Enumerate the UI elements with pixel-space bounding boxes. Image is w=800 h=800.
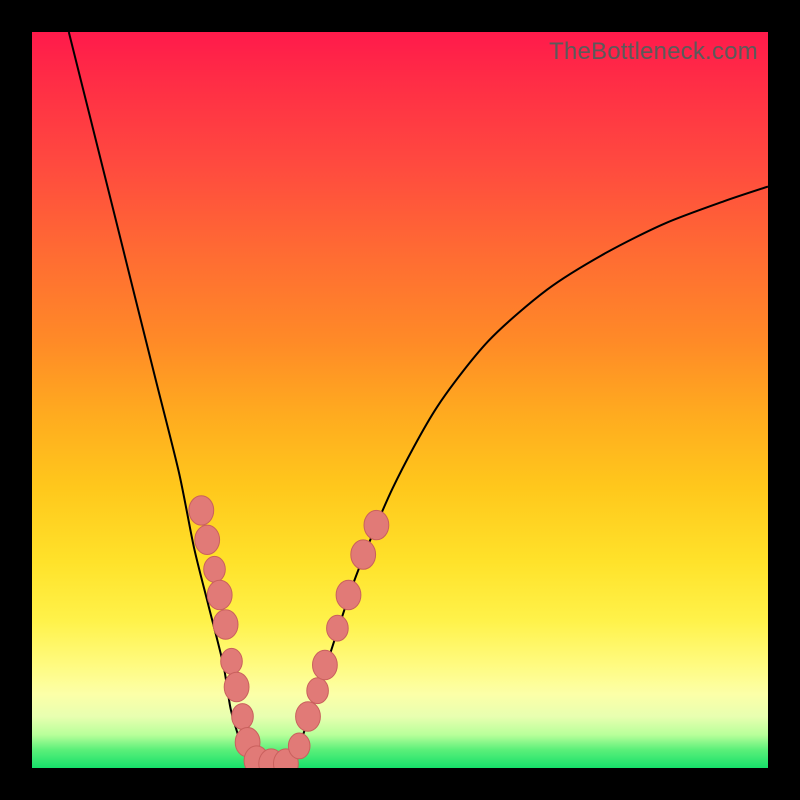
bead [204, 556, 226, 582]
bottleneck-curve [69, 32, 768, 768]
bead [207, 580, 232, 609]
plot-area: TheBottleneck.com [32, 32, 768, 768]
bead [313, 650, 338, 679]
beads-left [189, 496, 298, 768]
bead [336, 580, 361, 609]
bead [296, 702, 321, 731]
outer-frame: TheBottleneck.com [0, 0, 800, 800]
bead [232, 704, 254, 730]
beads-right [288, 510, 388, 758]
bead [351, 540, 376, 569]
bead [364, 510, 389, 539]
bead [288, 733, 310, 759]
bead [221, 648, 243, 674]
bead [327, 615, 349, 641]
bead [213, 610, 238, 639]
bead [195, 525, 220, 554]
bead [189, 496, 214, 525]
chart-svg [32, 32, 768, 768]
bead [307, 678, 329, 704]
bead [224, 672, 249, 701]
